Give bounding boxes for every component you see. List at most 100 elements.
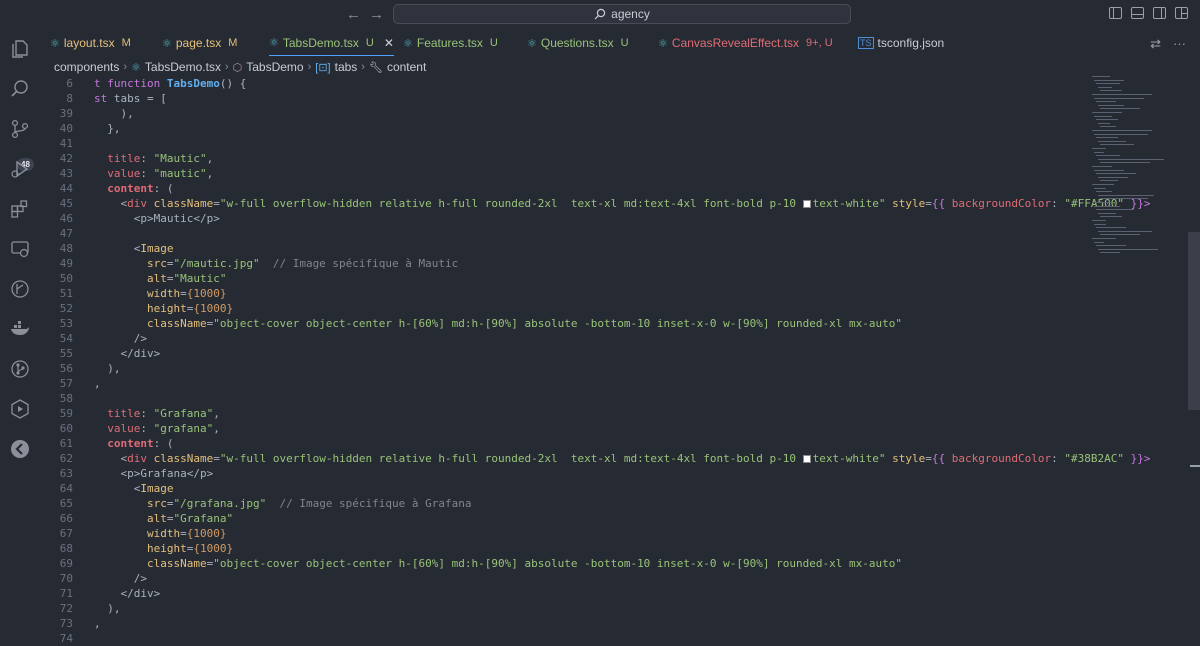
minimap-line (1094, 151, 1104, 153)
minimap-line (1092, 148, 1106, 149)
code-token: backgroundColor (951, 197, 1052, 210)
minimap-line (1096, 191, 1112, 193)
docker-icon[interactable] (9, 318, 31, 340)
tab-label: Questions.tsx (540, 36, 614, 50)
minimap-line (1098, 176, 1128, 178)
minimap-line (1100, 216, 1122, 218)
close-icon[interactable]: ✕ (384, 36, 394, 50)
vertical-scrollbar[interactable] (1188, 232, 1200, 410)
minimap-line (1096, 101, 1116, 103)
back-arrow-icon[interactable]: ← (346, 6, 361, 23)
tab-questions[interactable]: ⚛ Questions.tsx U (527, 30, 629, 56)
line-number: 61 (59, 437, 73, 450)
line-number: 55 (59, 347, 73, 360)
minimap-line (1094, 133, 1148, 135)
toggle-panel-icon[interactable] (1131, 7, 1144, 19)
code-token: height (146, 302, 187, 315)
code-token: "#38B2AC" (1064, 452, 1124, 465)
command-center-search[interactable]: agency (393, 4, 851, 24)
code-token: content (107, 437, 154, 450)
code-token: alt (146, 512, 167, 525)
code-token: className (153, 197, 214, 210)
breadcrumb-variable[interactable]: tabs (335, 60, 358, 74)
code-token: , (94, 377, 101, 390)
breadcrumb-function[interactable]: TabsDemo (246, 60, 303, 74)
wrench-property-icon: 🔧︎ (368, 61, 383, 74)
tab-features[interactable]: ⚛ Features.tsx U (403, 30, 498, 56)
react-file-icon: ⚛ (131, 61, 141, 74)
minimap-line (1092, 94, 1152, 95)
code-token: text-white" (812, 197, 886, 210)
breadcrumb-file[interactable]: TabsDemo.tsx (145, 60, 221, 74)
code-token: () { (219, 77, 247, 90)
minimap-line (1092, 112, 1122, 113)
code-token: {1000} (193, 302, 234, 315)
code-token: backgroundColor (951, 452, 1052, 465)
git-graph-icon[interactable] (9, 358, 31, 380)
code-token: title (107, 407, 141, 420)
code-token: "object-cover object-center h-[60%] md:h… (213, 317, 902, 330)
line-number: 58 (59, 392, 73, 405)
breadcrumb-folder[interactable]: components (54, 60, 119, 74)
minimap-line (1100, 90, 1122, 92)
source-control-icon[interactable] (9, 118, 31, 140)
line-number: 56 (59, 362, 73, 375)
code-token: /> (133, 572, 147, 585)
react-file-icon: ⚛ (403, 37, 413, 50)
command-center-label: agency (611, 7, 650, 21)
minimap-line (1092, 184, 1114, 185)
tab-status: M (228, 37, 238, 49)
compare-changes-icon[interactable]: ⇄ (1150, 36, 1161, 52)
code-token: "/grafana.jpg" (173, 497, 267, 510)
code-token: {{ (931, 452, 952, 465)
react-file-icon: ⚛ (269, 37, 279, 49)
run-debug-icon[interactable] (9, 158, 31, 180)
line-number: 44 (59, 182, 73, 195)
extensions-icon[interactable] (9, 198, 31, 220)
code-token: "object-cover object-center h-[60%] md:h… (213, 557, 902, 570)
line-number: 71 (59, 587, 73, 600)
testing-icon[interactable] (9, 278, 31, 300)
tab-tsconfig[interactable]: TS tsconfig.json (858, 30, 944, 56)
line-number: 62 (59, 452, 73, 465)
code-token: div (127, 197, 147, 210)
minimap-line (1094, 205, 1120, 207)
tab-layout[interactable]: ⚛ layout.tsx M (50, 30, 131, 56)
code-token: title (107, 152, 141, 165)
line-number: 70 (59, 572, 73, 585)
minimap-line (1094, 187, 1106, 189)
tab-page[interactable]: ⚛ page.tsx M (162, 30, 237, 56)
minimap-line (1096, 155, 1120, 157)
chevron-right-icon: › (123, 61, 128, 73)
code-token: {1000} (186, 287, 227, 300)
color-swatch[interactable] (802, 455, 811, 463)
code-token: "w-full overflow-hidden relative h-full … (219, 452, 803, 465)
minimap-line (1092, 238, 1116, 239)
deploy-icon[interactable] (9, 398, 31, 420)
tab-label: Features.tsx (416, 36, 483, 50)
search-icon[interactable] (9, 78, 31, 100)
code-token: "w-full overflow-hidden relative h-full … (219, 197, 803, 210)
code-token: </div> (120, 347, 161, 360)
forward-arrow-icon[interactable]: → (369, 6, 384, 23)
minimap[interactable] (1090, 76, 1190, 266)
explorer-icon[interactable] (9, 38, 31, 60)
extension-brand-icon[interactable] (9, 438, 31, 460)
code-editor[interactable]: 6 t function TabsDemo() { 8 st tabs = [ 39… (38, 76, 1151, 646)
color-swatch[interactable] (802, 200, 811, 208)
tab-canvasrevealeffect[interactable]: ⚛ CanvasRevealEffect.tsx 9+, U (658, 30, 833, 56)
code-token: st (94, 92, 108, 105)
tab-status: M (121, 37, 131, 49)
customize-layout-icon[interactable] (1175, 7, 1188, 19)
tab-tabsdemo[interactable]: ⚛ TabsDemo.tsx U ✕ (269, 30, 394, 56)
line-number: 43 (59, 167, 73, 180)
toggle-secondary-sidebar-icon[interactable] (1153, 7, 1166, 19)
breadcrumb-property[interactable]: content (387, 60, 426, 74)
chevron-right-icon: › (307, 61, 312, 73)
remote-explorer-icon[interactable] (9, 238, 31, 260)
more-actions-icon[interactable]: ··· (1173, 36, 1186, 52)
chevron-right-icon: › (361, 61, 365, 73)
code-token: : ( (153, 437, 174, 450)
editor-tab-bar: ⚛ layout.tsx M ⚛ page.tsx M ⚛ TabsDemo.t… (38, 30, 1200, 56)
toggle-primary-sidebar-icon[interactable] (1109, 7, 1122, 19)
